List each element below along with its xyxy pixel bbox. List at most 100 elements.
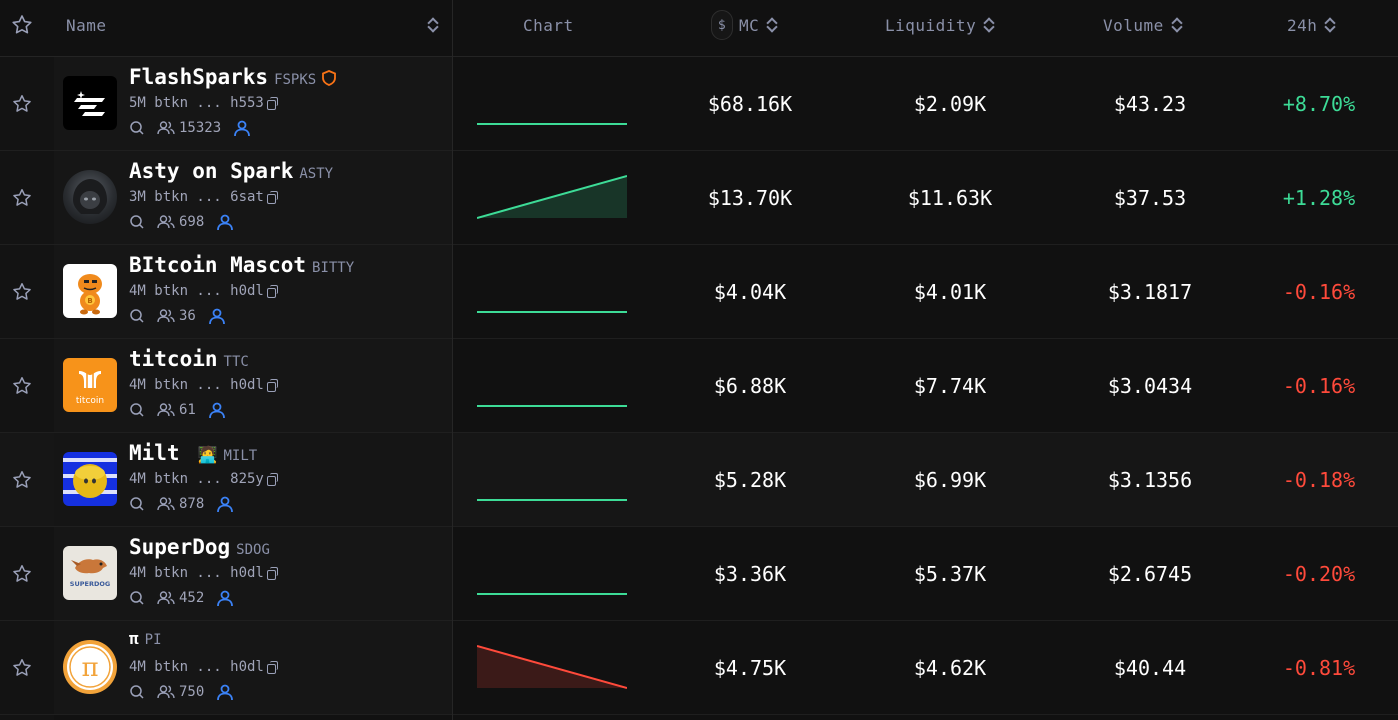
- header-24h-label: 24h: [1287, 15, 1318, 35]
- liquidity: $5.37K: [913, 561, 987, 586]
- header-favorite-star-icon[interactable]: [10, 0, 34, 50]
- favorite-star-icon[interactable]: [11, 657, 33, 684]
- change-24h: -0.16%: [1282, 279, 1356, 304]
- price-sparkline: [477, 123, 627, 125]
- holders-icon: [157, 402, 175, 418]
- token-name[interactable]: SuperDog: [129, 535, 230, 559]
- holders-icon: [157, 496, 175, 512]
- volume: $43.23: [1113, 91, 1187, 116]
- superdog-logo: SUPERDOG: [63, 546, 117, 600]
- table-row[interactable]: B BItcoin Mascot BITTY 4M btkn ... h0dl …: [0, 245, 1398, 339]
- currency-toggle-button[interactable]: $: [711, 10, 733, 40]
- search-icon[interactable]: [129, 590, 145, 606]
- search-icon[interactable]: [129, 684, 145, 700]
- liquidity-sort-icon[interactable]: [984, 17, 994, 33]
- token-ticker: FSPKS: [274, 72, 317, 88]
- liquidity: $11.63K: [907, 185, 993, 210]
- market-cap: $6.88K: [713, 373, 787, 398]
- search-icon[interactable]: [129, 308, 145, 324]
- header-liquidity[interactable]: Liquidity: [885, 0, 994, 50]
- token-name[interactable]: π: [129, 629, 139, 648]
- token-address: 4M btkn ... h0dl: [129, 659, 264, 675]
- favorite-star-icon[interactable]: [11, 563, 33, 590]
- holders-count: 878: [179, 496, 205, 512]
- svg-text:B: B: [87, 297, 92, 305]
- svg-text:π: π: [81, 653, 98, 683]
- token-ticker: PI: [144, 632, 162, 648]
- token-name[interactable]: Asty on Spark: [129, 159, 293, 183]
- flashsparks-logo: [63, 76, 117, 130]
- favorite-star-icon[interactable]: [11, 375, 33, 402]
- svg-text:SUPERDOG: SUPERDOG: [70, 580, 110, 588]
- favorite-star-icon[interactable]: [11, 187, 33, 214]
- bitty-mascot-logo: B: [63, 264, 117, 318]
- market-cap: $5.28K: [713, 467, 787, 492]
- favorite-star-icon[interactable]: [11, 93, 33, 120]
- user-icon[interactable]: [216, 495, 234, 513]
- price-sparkline: [477, 593, 627, 595]
- table-row[interactable]: π π PI 4M btkn ... h0dl 750 $4.75K $4.62…: [0, 621, 1398, 715]
- search-icon[interactable]: [129, 214, 145, 230]
- header-24h[interactable]: 24h: [1287, 0, 1335, 50]
- titcoin-logo: titcoin: [63, 358, 117, 412]
- shield-icon: [322, 70, 337, 90]
- name-sort-icon[interactable]: [420, 0, 438, 50]
- token-name[interactable]: Milt: [129, 441, 180, 465]
- favorite-star-icon[interactable]: [11, 469, 33, 496]
- token-address: 4M btkn ... h0dl: [129, 283, 264, 299]
- table-row[interactable]: titcoin titcoin TTC 4M btkn ... h0dl 61 …: [0, 339, 1398, 433]
- search-icon[interactable]: [129, 402, 145, 418]
- token-ticker: TTC: [223, 354, 249, 370]
- user-icon[interactable]: [216, 683, 234, 701]
- copy-icon[interactable]: [266, 97, 278, 110]
- token-name[interactable]: titcoin: [129, 347, 218, 371]
- header-chart-label: Chart: [523, 15, 574, 35]
- user-icon[interactable]: [216, 589, 234, 607]
- header-volume-label: Volume: [1103, 15, 1164, 35]
- change-sort-icon[interactable]: [1325, 17, 1335, 33]
- mc-sort-icon[interactable]: [767, 17, 777, 33]
- token-ticker: MILT: [223, 448, 258, 464]
- liquidity: $7.74K: [913, 373, 987, 398]
- header-name[interactable]: Name: [66, 0, 107, 50]
- user-icon[interactable]: [216, 213, 234, 231]
- asty-logo: [63, 170, 117, 224]
- pi-logo: π: [63, 640, 117, 694]
- search-icon[interactable]: [129, 496, 145, 512]
- token-table: Name Chart $ MC Liquidity Volume 24h Fla…: [0, 0, 1398, 720]
- holders-icon: [157, 684, 175, 700]
- copy-icon[interactable]: [266, 191, 278, 204]
- price-sparkline: [477, 175, 627, 219]
- copy-icon[interactable]: [266, 473, 278, 486]
- volume-sort-icon[interactable]: [1172, 17, 1182, 33]
- table-row[interactable]: Asty on Spark ASTY 3M btkn ... 6sat 698 …: [0, 151, 1398, 245]
- holders-count: 452: [179, 590, 205, 606]
- copy-icon[interactable]: [266, 379, 278, 392]
- favorite-star-icon[interactable]: [11, 281, 33, 308]
- price-sparkline: [477, 311, 627, 313]
- copy-icon[interactable]: [266, 285, 278, 298]
- copy-icon[interactable]: [266, 567, 278, 580]
- search-icon[interactable]: [129, 120, 145, 136]
- header-mc[interactable]: $ MC: [711, 0, 777, 50]
- header-chart: Chart: [523, 0, 574, 50]
- token-address: 5M btkn ... h553: [129, 95, 264, 111]
- change-24h: -0.16%: [1282, 373, 1356, 398]
- liquidity: $4.01K: [913, 279, 987, 304]
- column-divider: [452, 0, 453, 720]
- liquidity: $2.09K: [913, 91, 987, 116]
- header-volume[interactable]: Volume: [1103, 0, 1182, 50]
- header-mc-label: MC: [739, 15, 760, 35]
- table-row[interactable]: SUPERDOG SuperDog SDOG 4M btkn ... h0dl …: [0, 527, 1398, 621]
- table-row[interactable]: Milt 🧑‍💻 MILT 4M btkn ... 825y 878 $5.28…: [0, 433, 1398, 527]
- change-24h: -0.18%: [1282, 467, 1356, 492]
- token-name[interactable]: FlashSparks: [129, 65, 268, 89]
- table-row[interactable]: FlashSparks FSPKS 5M btkn ... h553 15323…: [0, 57, 1398, 151]
- token-ticker: SDOG: [236, 542, 270, 558]
- user-icon[interactable]: [208, 307, 226, 325]
- user-icon[interactable]: [208, 401, 226, 419]
- copy-icon[interactable]: [266, 661, 278, 674]
- token-name[interactable]: BItcoin Mascot: [129, 253, 306, 277]
- change-24h: -0.20%: [1282, 561, 1356, 586]
- user-icon[interactable]: [233, 119, 251, 137]
